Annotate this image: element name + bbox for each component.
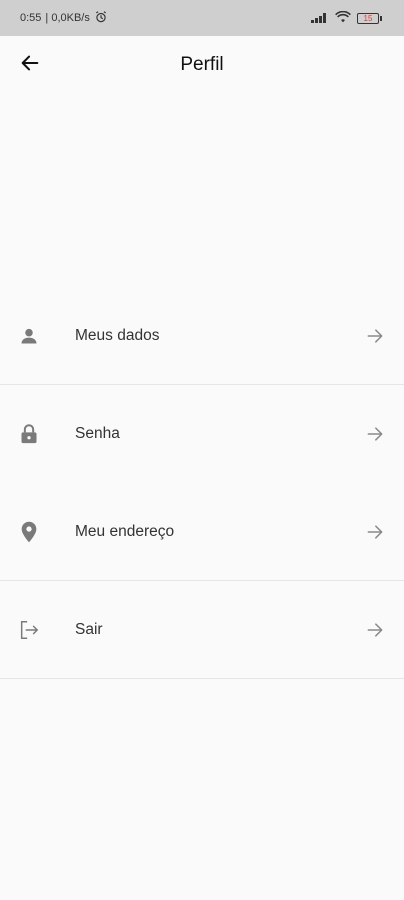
arrow-forward-icon <box>364 619 386 641</box>
location-pin-icon <box>18 521 40 543</box>
menu-item-meus-dados[interactable]: Meus dados <box>0 287 404 385</box>
menu-item-sair[interactable]: Sair <box>0 581 404 679</box>
status-bar: 0:55 | 0,0KB/s 15 <box>0 0 404 36</box>
wifi-icon <box>335 10 351 26</box>
app-bar: Perfil <box>0 36 404 94</box>
profile-menu: Meus dados Senha Meu endereço Sair <box>0 287 404 679</box>
arrow-forward-icon <box>364 325 386 347</box>
person-icon <box>18 325 40 347</box>
status-right: 15 <box>311 10 382 26</box>
logout-icon <box>18 619 40 641</box>
status-left: 0:55 | 0,0KB/s <box>20 10 108 27</box>
status-time: 0:55 <box>20 12 42 24</box>
battery-tip <box>380 15 382 21</box>
battery-icon: 15 <box>357 12 382 24</box>
lock-icon <box>18 423 40 445</box>
menu-item-label: Meu endereço <box>75 522 175 540</box>
page-title: Perfil <box>180 54 224 75</box>
menu-item-label: Meus dados <box>75 326 160 344</box>
menu-item-label: Senha <box>75 425 120 442</box>
arrow-forward-icon <box>364 521 386 543</box>
status-network-speed: | 0,0KB/s <box>45 12 90 24</box>
alarm-icon <box>94 10 108 27</box>
menu-item-label: Sair <box>75 620 103 638</box>
menu-item-senha[interactable]: Senha <box>0 385 404 483</box>
menu-item-meu-endereco[interactable]: Meu endereço <box>0 483 404 581</box>
signal-icon <box>311 11 329 26</box>
battery-level: 15 <box>357 12 379 24</box>
arrow-forward-icon <box>364 423 386 445</box>
